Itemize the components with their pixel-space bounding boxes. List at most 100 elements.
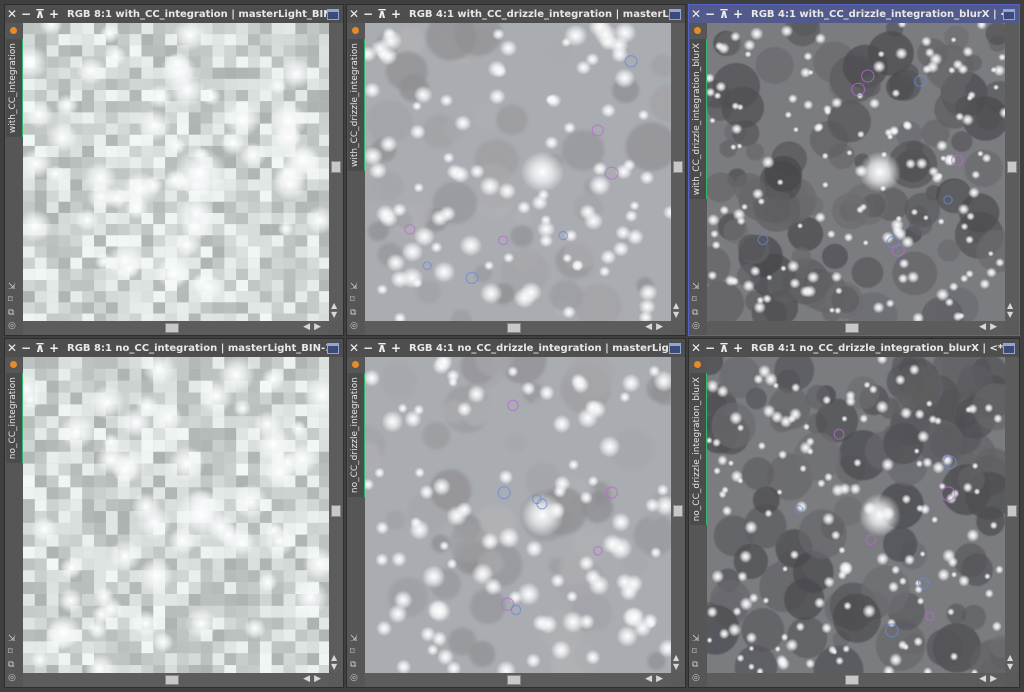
clone-icon[interactable]: ⧉ <box>8 308 16 318</box>
vertical-scrollbar[interactable]: ▲ ▼ <box>329 357 343 673</box>
iconize-icon[interactable]: ⊼ <box>33 339 47 357</box>
iconize-icon[interactable]: ⊼ <box>717 5 731 23</box>
maximize-icon[interactable]: + <box>47 339 61 357</box>
target-icon[interactable]: ◎ <box>350 321 358 331</box>
horizontal-scrollbar[interactable]: ◀▶ <box>365 321 671 335</box>
scroll-up-down-icon[interactable]: ▲ ▼ <box>1007 653 1013 671</box>
shade-icon[interactable] <box>1003 8 1015 20</box>
horizontal-scrollbar[interactable]: ◀▶ <box>23 673 329 687</box>
horizontal-scrollbar[interactable]: ◀▶ <box>707 321 1005 335</box>
iconize-icon[interactable]: ⊼ <box>33 5 47 23</box>
horizontal-scrollbar[interactable]: ◀▶ <box>365 673 671 687</box>
iconize-icon[interactable]: ⊼ <box>717 339 731 357</box>
pan-icon[interactable]: ⌑ <box>8 647 16 657</box>
fit-icon[interactable]: ⇲ <box>8 634 16 644</box>
image-identifier-tab[interactable]: no_CC_drizzle_integration <box>348 373 366 498</box>
close-icon[interactable]: ✕ <box>347 339 361 357</box>
fit-icon[interactable]: ⇲ <box>8 282 16 292</box>
close-icon[interactable]: ✕ <box>689 5 703 23</box>
vertical-scroll-thumb[interactable] <box>673 505 683 517</box>
image-identifier-tab[interactable]: no_CC_drizzle_integration_blurX <box>690 373 708 526</box>
minimize-icon[interactable]: − <box>703 339 717 357</box>
scroll-up-down-icon[interactable]: ▲ ▼ <box>331 301 337 319</box>
horizontal-scroll-thumb[interactable] <box>165 323 179 333</box>
clone-icon[interactable]: ⧉ <box>692 308 700 318</box>
pan-icon[interactable]: ⌑ <box>350 647 358 657</box>
target-icon[interactable]: ◎ <box>350 673 358 683</box>
vertical-scrollbar[interactable]: ▲ ▼ <box>1005 357 1019 673</box>
target-icon[interactable]: ◎ <box>8 673 16 683</box>
scroll-left-right-icon[interactable]: ◀▶ <box>979 322 1001 332</box>
minimize-icon[interactable]: − <box>361 339 375 357</box>
maximize-icon[interactable]: + <box>389 339 403 357</box>
vertical-scrollbar[interactable]: ▲ ▼ <box>671 357 685 673</box>
horizontal-scroll-thumb[interactable] <box>845 675 859 685</box>
scroll-up-down-icon[interactable]: ▲ ▼ <box>1007 301 1013 319</box>
image-window-6[interactable]: ✕ − ⊼ + RGB 4:1 no_CC_drizzle_integratio… <box>688 338 1020 688</box>
window-titlebar[interactable]: ✕ − ⊼ + RGB 4:1 no_CC_drizzle_integratio… <box>347 339 685 357</box>
maximize-icon[interactable]: + <box>731 5 745 23</box>
image-view[interactable] <box>23 357 329 673</box>
clone-icon[interactable]: ⧉ <box>692 660 700 670</box>
vertical-scroll-thumb[interactable] <box>331 505 341 517</box>
shade-icon[interactable] <box>327 8 339 20</box>
window-titlebar[interactable]: ✕ − ⊼ + RGB 8:1 with_CC_integration | ma… <box>5 5 343 23</box>
horizontal-scroll-thumb[interactable] <box>507 323 521 333</box>
vertical-scrollbar[interactable]: ▲ ▼ <box>329 23 343 321</box>
target-icon[interactable]: ◎ <box>8 321 16 331</box>
image-window-5[interactable]: ✕ − ⊼ + RGB 4:1 no_CC_drizzle_integratio… <box>346 338 686 688</box>
close-icon[interactable]: ✕ <box>347 5 361 23</box>
image-identifier-tab[interactable]: with_CC_integration <box>6 39 24 138</box>
scroll-left-right-icon[interactable]: ◀▶ <box>645 322 667 332</box>
clone-icon[interactable]: ⧉ <box>350 308 358 318</box>
vertical-scrollbar[interactable]: ▲ ▼ <box>671 23 685 321</box>
target-icon[interactable]: ◎ <box>692 321 700 331</box>
minimize-icon[interactable]: − <box>703 5 717 23</box>
image-view[interactable] <box>365 357 671 673</box>
iconize-icon[interactable]: ⊼ <box>375 339 389 357</box>
close-icon[interactable]: ✕ <box>5 339 19 357</box>
iconize-icon[interactable]: ⊼ <box>375 5 389 23</box>
target-icon[interactable]: ◎ <box>692 673 700 683</box>
maximize-icon[interactable]: + <box>47 5 61 23</box>
maximize-icon[interactable]: + <box>731 339 745 357</box>
image-identifier-tab[interactable]: with_CC_drizzle_integration <box>348 39 366 172</box>
vertical-scrollbar[interactable]: ▲ ▼ <box>1005 23 1019 321</box>
shade-icon[interactable] <box>327 342 339 354</box>
clone-icon[interactable]: ⧉ <box>350 660 358 670</box>
fit-icon[interactable]: ⇲ <box>350 282 358 292</box>
close-icon[interactable]: ✕ <box>5 5 19 23</box>
fit-icon[interactable]: ⇲ <box>692 634 700 644</box>
image-identifier-tab[interactable]: with_CC_drizzle_integration_blurX <box>690 39 708 200</box>
pan-icon[interactable]: ⌑ <box>692 647 700 657</box>
clone-icon[interactable]: ⧉ <box>8 660 16 670</box>
image-window-2[interactable]: ✕ − ⊼ + RGB 4:1 with_CC_drizzle_integrat… <box>346 4 686 336</box>
horizontal-scroll-thumb[interactable] <box>507 675 521 685</box>
minimize-icon[interactable]: − <box>361 5 375 23</box>
horizontal-scrollbar[interactable]: ◀▶ <box>707 673 1005 687</box>
close-icon[interactable]: ✕ <box>689 339 703 357</box>
scroll-up-down-icon[interactable]: ▲ ▼ <box>331 653 337 671</box>
vertical-scroll-thumb[interactable] <box>1007 505 1017 517</box>
image-identifier-tab[interactable]: no_CC_integration <box>6 373 24 464</box>
vertical-scroll-thumb[interactable] <box>331 161 341 173</box>
minimize-icon[interactable]: − <box>19 5 33 23</box>
image-view[interactable] <box>365 23 671 321</box>
window-titlebar[interactable]: ✕ − ⊼ + RGB 4:1 with_CC_drizzle_integrat… <box>689 5 1019 23</box>
image-view[interactable] <box>707 357 1005 673</box>
pan-icon[interactable]: ⌑ <box>692 295 700 305</box>
image-view[interactable] <box>23 23 329 321</box>
maximize-icon[interactable]: + <box>389 5 403 23</box>
pan-icon[interactable]: ⌑ <box>8 295 16 305</box>
fit-icon[interactable]: ⇲ <box>350 634 358 644</box>
image-view[interactable] <box>707 23 1005 321</box>
vertical-scroll-thumb[interactable] <box>673 161 683 173</box>
scroll-left-right-icon[interactable]: ◀▶ <box>303 322 325 332</box>
window-titlebar[interactable]: ✕ − ⊼ + RGB 4:1 with_CC_drizzle_integrat… <box>347 5 685 23</box>
scroll-up-down-icon[interactable]: ▲ ▼ <box>673 653 679 671</box>
vertical-scroll-thumb[interactable] <box>1007 161 1017 173</box>
scroll-up-down-icon[interactable]: ▲ ▼ <box>673 301 679 319</box>
horizontal-scroll-thumb[interactable] <box>165 675 179 685</box>
pan-icon[interactable]: ⌑ <box>350 295 358 305</box>
image-window-4[interactable]: ✕ − ⊼ + RGB 8:1 no_CC_integration | mast… <box>4 338 344 688</box>
